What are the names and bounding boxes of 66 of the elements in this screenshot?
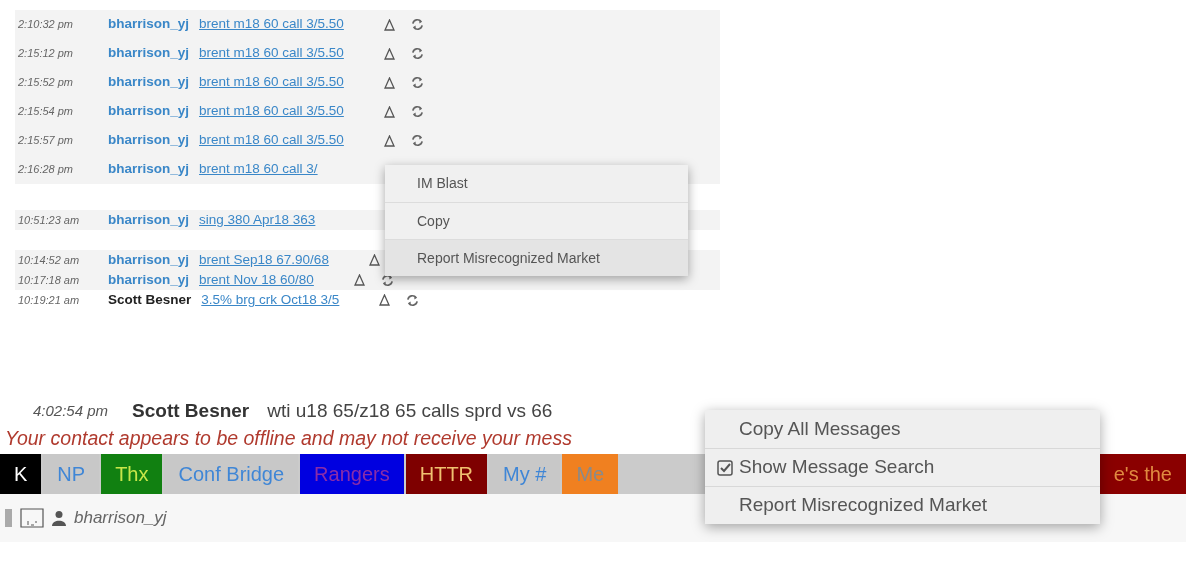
message-time: 10:51:23 am [18,212,81,228]
sender-name: bharrison_yj [108,15,190,34]
sender-name: bharrison_yj [108,131,190,150]
sender-name: Scott Besner [132,398,250,423]
menu-item[interactable]: Report Misrecognized Market [705,486,1100,524]
menu-item-label: Copy All Messages [739,416,901,441]
sender-name: Scott Besner [108,290,192,309]
checkbox-icon[interactable] [717,459,733,476]
triangle-icon[interactable] [368,254,380,266]
message-link[interactable]: brent m18 60 call 3/5.50 [199,14,344,35]
message-time: 10:14:52 am [18,252,81,268]
user-name: bharrison_yj [74,507,167,530]
sender-name: bharrison_yj [108,160,190,179]
message-link[interactable]: 3.5% brg crk Oct18 3/5 [201,289,340,311]
quick-reply-tag[interactable]: e's the [1099,454,1186,494]
message-link[interactable]: brent Nov 18 60/80 [199,269,314,291]
message-time: 2:16:28 pm [18,162,75,178]
message-link[interactable]: sing 380 Apr18 363 [199,209,316,231]
message-link[interactable]: brent m18 60 call 3/5.50 [199,130,344,151]
triangle-icon[interactable] [379,294,391,306]
sender-name: bharrison_yj [108,210,190,229]
message-link[interactable]: brent m18 60 call 3/5.50 [199,101,344,122]
person-icon [52,510,66,526]
refresh-icon[interactable] [410,76,424,89]
message-time: 10:19:21 am [18,292,81,308]
message-time: 2:10:32 pm [18,17,75,33]
triangle-icon[interactable] [383,105,395,118]
menu-item[interactable]: Copy [385,202,688,239]
triangle-icon[interactable] [383,76,395,89]
message-link[interactable]: brent m18 60 call 3/5.50 [199,72,344,93]
refresh-icon[interactable] [410,18,424,31]
menu-item-label: Show Message Search [739,455,935,480]
message-time: 10:17:18 am [18,272,81,288]
message-link[interactable]: brent Sep18 67.90/68 [199,249,329,271]
message-link[interactable]: brent m18 60 call 3/ [199,159,318,180]
message-time: 2:15:54 pm [18,104,75,120]
message-link[interactable]: brent m18 60 call 3/5.50 [199,43,344,64]
sender-name: bharrison_yj [108,102,190,121]
message-time: 4:02:54 pm [33,400,109,421]
sender-name: bharrison_yj [108,44,190,63]
refresh-icon[interactable] [410,134,424,147]
offline-warning: Your contact appears to be offline and may not receive your mess [5,426,572,452]
message-time: 2:15:57 pm [18,133,75,149]
refresh-icon[interactable] [410,105,424,118]
refresh-icon[interactable] [380,273,394,287]
menu-item[interactable]: IM Blast [385,165,688,202]
menu-item[interactable]: Copy All Messages [705,410,1100,448]
quick-reply-tag[interactable]: HTTR [405,454,488,494]
triangle-icon[interactable] [383,134,395,147]
menu-item[interactable]: Report Misrecognized Market [385,239,688,276]
menu-item[interactable]: Show Message Search [705,448,1100,486]
triangle-icon[interactable] [353,274,365,286]
sender-name: bharrison_yj [108,270,190,289]
message-text: wti u18 65/z18 65 calls sprd vs 66 [267,398,553,423]
menu-item-label: Report Misrecognized Market [739,493,988,518]
sender-name: bharrison_yj [108,73,190,92]
refresh-icon[interactable] [406,293,420,307]
triangle-icon[interactable] [383,18,395,31]
message-time: 2:15:12 pm [18,46,75,62]
quick-reply-tag[interactable]: Thx [101,454,163,494]
refresh-icon[interactable] [410,47,424,60]
message-time: 2:15:52 pm [18,75,75,91]
triangle-icon[interactable] [383,47,395,60]
sender-name: bharrison_yj [108,250,190,269]
ice-icon[interactable] [20,508,44,528]
quick-reply-tag[interactable]: K [0,454,42,494]
